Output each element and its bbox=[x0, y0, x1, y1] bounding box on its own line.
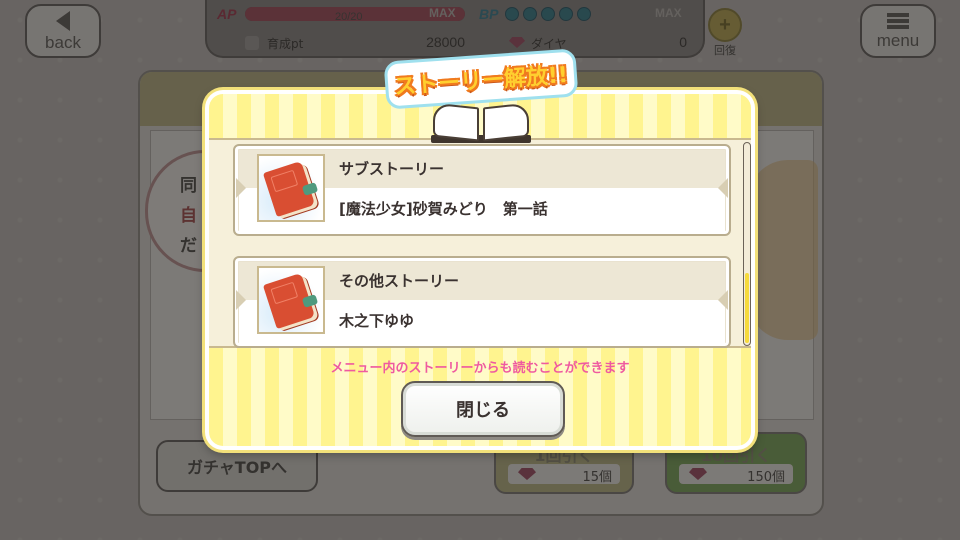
story-unlock-badge: ストーリー解放!! bbox=[383, 48, 579, 145]
card-corner-left bbox=[236, 290, 246, 310]
card-corner-right bbox=[718, 290, 728, 310]
book-page-right bbox=[483, 102, 529, 142]
story-thumbnail bbox=[257, 154, 325, 222]
story-list-scrollbar[interactable] bbox=[743, 142, 751, 346]
scrollbar-thumb[interactable] bbox=[745, 273, 749, 343]
story-title: 木之下ゆゆ bbox=[339, 312, 415, 330]
story-list[interactable]: サブストーリー [魔法少女]砂賀みどり 第一話 その他ストーリー 木之下ゆゆ bbox=[209, 138, 751, 348]
card-corner-left bbox=[236, 178, 246, 198]
story-category: その他ストーリー bbox=[339, 272, 460, 290]
card-corner-right bbox=[718, 178, 728, 198]
book-page-left bbox=[433, 102, 479, 142]
story-card[interactable]: サブストーリー [魔法少女]砂賀みどり 第一話 bbox=[233, 144, 731, 236]
dialog-body: サブストーリー [魔法少女]砂賀みどり 第一話 その他ストーリー 木之下ゆゆ メ… bbox=[209, 94, 751, 446]
story-title: [魔法少女]砂賀みどり 第一話 bbox=[339, 200, 548, 218]
menu-note: メニュー内のストーリーからも読むことができます bbox=[330, 361, 630, 376]
story-category: サブストーリー bbox=[339, 160, 445, 178]
close-button[interactable]: 閉じる bbox=[401, 381, 565, 437]
story-thumbnail bbox=[257, 266, 325, 334]
open-book-icon bbox=[431, 101, 531, 143]
story-card[interactable]: その他ストーリー 木之下ゆゆ bbox=[233, 256, 731, 348]
